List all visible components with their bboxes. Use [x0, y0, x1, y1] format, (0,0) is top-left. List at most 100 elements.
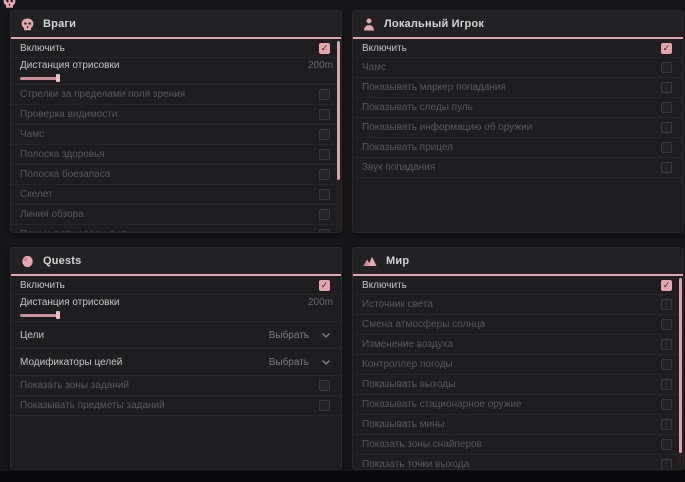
row-label: Изменение воздуха: [362, 339, 453, 350]
checkbox[interactable]: ✓: [319, 43, 330, 54]
dropdown[interactable]: Выбрать: [269, 357, 331, 368]
checkbox[interactable]: [661, 62, 672, 73]
checkbox[interactable]: [319, 380, 330, 391]
checkbox[interactable]: [319, 400, 330, 411]
settings-row: Источник света: [353, 295, 683, 315]
checkbox[interactable]: ✓: [661, 280, 672, 291]
scrollbar[interactable]: [337, 41, 340, 229]
checkbox[interactable]: [661, 359, 672, 370]
settings-row: Смена атмосферы солнца: [353, 315, 683, 335]
row-label: Полоска боезапаса: [20, 169, 110, 180]
settings-row: Полоска боезапаса: [11, 165, 341, 185]
panel-enemies-header: Враги: [11, 11, 341, 37]
settings-row: Показать точки выхода: [353, 455, 683, 470]
panel-title: Мир: [386, 255, 409, 267]
settings-row: Показывать предметы заданий: [11, 396, 341, 416]
checkbox[interactable]: ✓: [319, 280, 330, 291]
chevron-down-icon: [321, 359, 331, 366]
row-label: Скелет: [20, 189, 53, 200]
checkbox[interactable]: [661, 122, 672, 133]
checkbox[interactable]: [661, 459, 672, 470]
row-label: Полоска здоровья: [20, 149, 105, 160]
row-label: Включить: [362, 43, 407, 54]
settings-row: Показать зоны снайперов: [353, 435, 683, 455]
settings-row: Включить ✓: [11, 276, 341, 295]
checkbox[interactable]: ✓: [661, 43, 672, 54]
settings-row: Показывать следы пуль: [11, 225, 341, 233]
settings-row: Включить✓: [353, 276, 683, 295]
checkbox[interactable]: [319, 149, 330, 160]
row-label: Показывать информацию об оружии: [362, 122, 532, 133]
row-label: Показать точки выхода: [362, 459, 469, 470]
settings-row: Показывать следы пуль: [353, 98, 683, 118]
settings-row: Дистанция отрисовки200m: [11, 58, 341, 85]
panel-quests-header: Quests: [11, 248, 341, 274]
slider-fill: [20, 314, 58, 317]
checkbox[interactable]: [661, 299, 672, 310]
checkbox[interactable]: [661, 102, 672, 113]
slider-handle[interactable]: [56, 311, 60, 319]
row-label: Звук попадания: [362, 162, 435, 173]
chevron-down-icon: [321, 332, 331, 339]
checkbox[interactable]: [661, 82, 672, 93]
scrollbar[interactable]: [679, 278, 682, 466]
settings-row: Дистанция отрисовки200m: [11, 295, 341, 322]
checkbox[interactable]: [661, 162, 672, 173]
row-label: Показывать следы пуль: [20, 229, 131, 233]
settings-row: Показать зоны заданий: [11, 376, 341, 396]
row-label: Чамс: [362, 62, 386, 73]
scrollbar-thumb[interactable]: [679, 278, 682, 453]
distance-slider[interactable]: [20, 74, 140, 82]
checkbox[interactable]: [319, 229, 330, 233]
row-label: Показывать маркер попадания: [362, 82, 506, 93]
row-label: Проверка видимости: [20, 109, 118, 120]
settings-row: Чамс: [353, 58, 683, 78]
checkbox[interactable]: [661, 439, 672, 450]
dropdown[interactable]: Выбрать: [269, 330, 331, 341]
settings-row: Показывать выходы: [353, 375, 683, 395]
checkbox[interactable]: [319, 109, 330, 120]
checkbox[interactable]: [661, 319, 672, 330]
checkbox[interactable]: [319, 129, 330, 140]
checkbox[interactable]: [661, 399, 672, 410]
bottom-edge: [0, 471, 685, 482]
settings-row: Показывать маркер попадания: [353, 78, 683, 98]
world-icon: [363, 255, 377, 267]
row-label: Смена атмосферы солнца: [362, 319, 485, 330]
panel-local-player: Локальный Игрок Включить✓ЧамсПоказывать …: [352, 10, 684, 233]
checkbox[interactable]: [319, 189, 330, 200]
checkbox[interactable]: [661, 379, 672, 390]
settings-row: Показывать прицел: [353, 138, 683, 158]
row-label: Дистанция отрисовки: [20, 60, 119, 71]
checkbox[interactable]: [661, 339, 672, 350]
slider-fill: [20, 77, 58, 80]
checkbox[interactable]: [319, 209, 330, 220]
checkbox[interactable]: [661, 419, 672, 430]
slider-handle[interactable]: [56, 74, 60, 82]
settings-row: Показывать информацию об оружии: [353, 118, 683, 138]
row-label: Включить: [20, 280, 65, 291]
row-label: Показать зоны заданий: [20, 380, 129, 391]
slider-row-top: Дистанция отрисовки200m: [20, 60, 333, 71]
settings-row: Цели Выбрать: [11, 322, 341, 349]
distance-slider[interactable]: [20, 311, 140, 319]
scrollbar-thumb[interactable]: [337, 41, 340, 180]
panel-world-rows: Включить✓ Источник света Смена атмосферы с…: [353, 276, 683, 470]
row-label: Дистанция отрисовки: [20, 297, 119, 308]
row-label: Цели: [20, 330, 44, 341]
row-label: Источник света: [362, 299, 433, 310]
checkbox[interactable]: [661, 142, 672, 153]
settings-row: Линия обзора: [11, 205, 341, 225]
row-label: Чамс: [20, 129, 44, 140]
row-label: Линия обзора: [20, 209, 84, 220]
panel-enemies: Враги Включить✓Дистанция отрисовки200mСт…: [10, 10, 342, 233]
checkbox[interactable]: [319, 169, 330, 180]
panel-title: Quests: [43, 255, 82, 267]
settings-row: Скелет: [11, 185, 341, 205]
settings-row: Проверка видимости: [11, 105, 341, 125]
settings-row: Изменение воздуха: [353, 335, 683, 355]
quests-icon: [21, 255, 34, 268]
checkbox[interactable]: [319, 89, 330, 100]
row-label: Показывать стационарное оружие: [362, 399, 522, 410]
panel-quests: Quests Включить✓Дистанция отрисовки200mЦ…: [10, 247, 342, 470]
